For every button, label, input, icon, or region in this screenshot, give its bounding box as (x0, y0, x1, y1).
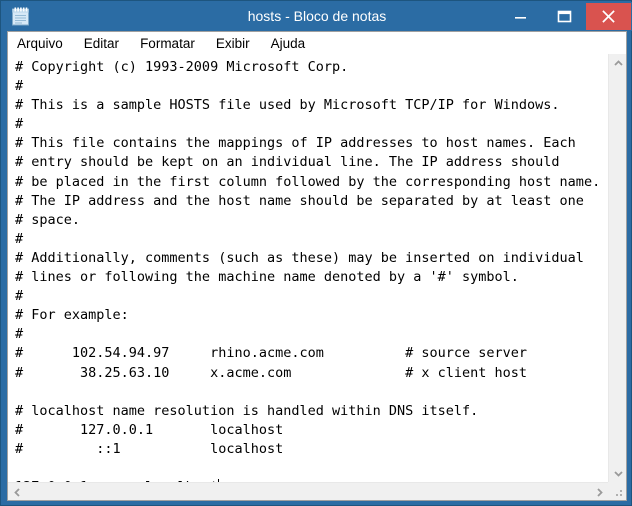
text-line: # Copyright (c) 1993-2009 Microsoft Corp… (15, 59, 349, 75)
text-line: # (15, 288, 24, 305)
notepad-window: hosts - Bloco de notas Arquivo Editar Fo… (0, 0, 632, 506)
text-line: # This file contains the mappings of IP … (15, 135, 576, 152)
text-line: # (15, 78, 24, 95)
text-line: # entry should be kept on an individual … (15, 154, 560, 171)
menu-item-arquivo[interactable]: Arquivo (17, 33, 73, 54)
chevron-right-icon (596, 487, 603, 497)
scroll-down-button[interactable] (609, 464, 626, 482)
scroll-up-button[interactable] (609, 54, 626, 72)
scroll-right-button[interactable] (590, 483, 608, 500)
text-line: # Additionally, comments (such as these)… (15, 249, 584, 266)
text-line: # be placed in the first column followed… (15, 173, 601, 190)
text-line: # (15, 230, 24, 247)
close-button[interactable] (586, 3, 631, 30)
menu-item-formatar[interactable]: Formatar (140, 33, 205, 54)
chevron-left-icon (13, 487, 20, 497)
resize-grip-icon (616, 490, 622, 496)
text-line: # space. (15, 211, 81, 228)
text-line: # localhost name resolution is handled w… (15, 402, 479, 419)
text-line: # For example: (15, 307, 129, 324)
minimize-button[interactable] (498, 3, 542, 30)
text-line (15, 459, 608, 478)
text-line: # 102.54.94.97 rhino.acme.com # source s… (15, 345, 528, 362)
scroll-left-button[interactable] (8, 483, 26, 500)
resize-grip[interactable] (608, 482, 626, 500)
text-line (15, 383, 608, 402)
text-editor[interactable]: # Copyright (c) 1993-2009 Microsoft Corp… (8, 54, 608, 482)
vertical-scrollbar[interactable] (608, 54, 626, 482)
text-line: # (15, 116, 24, 133)
menu-item-editar[interactable]: Editar (84, 33, 129, 54)
chevron-down-icon (613, 470, 623, 477)
text-line: # 127.0.0.1 localhost (15, 421, 284, 438)
horizontal-scrollbar[interactable] (8, 482, 608, 500)
text-line: # ::1 localhost (15, 440, 284, 457)
text-line: # (15, 326, 24, 343)
text-line: # This is a sample HOSTS file used by Mi… (15, 97, 560, 114)
menu-item-ajuda[interactable]: Ajuda (271, 33, 316, 54)
maximize-button[interactable] (542, 3, 586, 30)
text-line: # The IP address and the host name shoul… (15, 192, 584, 209)
menu-item-exibir[interactable]: Exibir (216, 33, 260, 54)
text-line: # lines or following the machine name de… (15, 269, 519, 286)
chevron-up-icon (613, 59, 623, 66)
menu-bar: Arquivo Editar Formatar Exibir Ajuda (7, 31, 627, 54)
editor-frame: # Copyright (c) 1993-2009 Microsoft Corp… (7, 54, 627, 501)
title-bar[interactable]: hosts - Bloco de notas (2, 2, 632, 31)
text-line: # 38.25.63.10 x.acme.com # x client host (15, 364, 528, 381)
